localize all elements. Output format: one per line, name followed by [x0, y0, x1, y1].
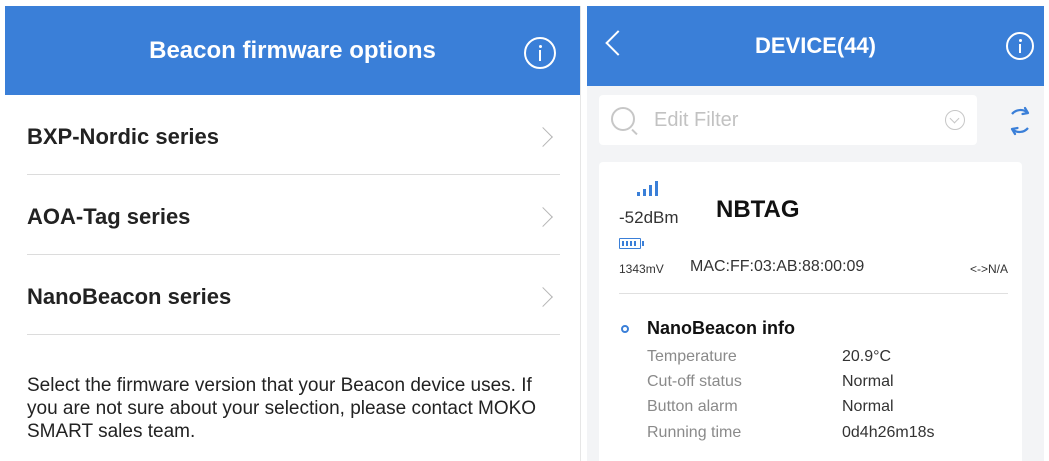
info-value: 0d4h26m18s	[842, 424, 935, 441]
filter-placeholder: Edit Filter	[654, 109, 739, 131]
info-icon[interactable]	[1006, 32, 1034, 60]
battery-icon	[619, 238, 644, 249]
info-label: Running time	[647, 424, 742, 441]
divider	[619, 293, 1008, 294]
chevron-right-icon	[533, 126, 553, 147]
rssi-value: -52dBm	[619, 208, 679, 227]
top-bar: DEVICE(44)	[587, 6, 1044, 86]
list-item-nanobeacon[interactable]: NanoBeacon series	[27, 255, 560, 335]
info-value: Normal	[842, 373, 894, 390]
bullet-icon	[621, 325, 629, 333]
firmware-options-screen: Beacon firmware options BXP-Nordic serie…	[5, 6, 581, 461]
list-item-label: NanoBeacon series	[27, 283, 232, 309]
refresh-icon[interactable]	[1006, 105, 1034, 137]
firmware-list: BXP-Nordic series AOA-Tag series NanoBea…	[5, 95, 580, 335]
filter-row: Edit Filter	[587, 86, 1044, 156]
page-title: DEVICE(44)	[754, 33, 877, 58]
filter-input[interactable]: Edit Filter	[599, 95, 977, 145]
chevron-right-icon	[533, 206, 553, 227]
section-title: NanoBeacon info	[647, 318, 796, 338]
device-list-screen: DEVICE(44) Edit Filter -52dBm NBTAG 1343…	[587, 6, 1044, 461]
info-label: Button alarm	[647, 398, 738, 415]
page-title: Beacon firmware options	[149, 37, 436, 64]
chevron-right-icon	[533, 286, 553, 307]
search-icon	[611, 107, 635, 131]
top-bar: Beacon firmware options	[5, 6, 580, 95]
description-text: Select the firmware version that your Be…	[27, 375, 537, 442]
info-value: 20.9°C	[842, 348, 892, 365]
list-item-label: BXP-Nordic series	[27, 123, 219, 149]
mac-address: MAC:FF:03:AB:88:00:09	[690, 258, 865, 275]
chevron-down-icon[interactable]	[945, 110, 965, 130]
info-icon[interactable]	[524, 37, 556, 69]
info-label: Cut-off status	[647, 373, 742, 390]
connection-status: <->N/A	[969, 262, 1008, 276]
list-item-aoa-tag[interactable]: AOA-Tag series	[27, 175, 560, 255]
signal-icon	[637, 180, 665, 196]
info-value: Normal	[842, 398, 894, 415]
device-name: NBTAG	[716, 196, 800, 223]
list-item-bxp-nordic[interactable]: BXP-Nordic series	[27, 95, 560, 175]
voltage-value: 1343mV	[619, 262, 664, 276]
info-label: Temperature	[647, 348, 737, 365]
list-item-label: AOA-Tag series	[27, 203, 191, 229]
device-card[interactable]: -52dBm NBTAG 1343mV MAC:FF:03:AB:88:00:0…	[599, 162, 1022, 461]
